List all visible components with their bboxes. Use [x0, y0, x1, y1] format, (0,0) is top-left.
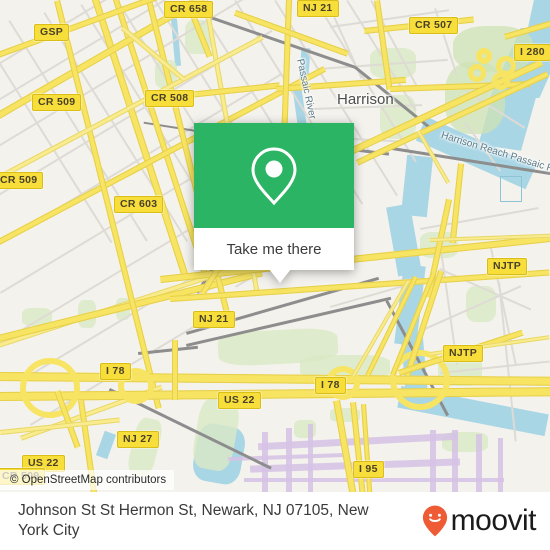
road-shield[interactable]: CR 658 [164, 1, 214, 18]
road-shield[interactable]: I 280 [514, 44, 550, 61]
road-shield[interactable]: NJ 21 [297, 0, 339, 17]
moovit-logo[interactable]: moovit [422, 504, 537, 538]
road-shield[interactable]: CR 507 [409, 17, 459, 34]
road-shield[interactable]: NJTP [487, 258, 528, 275]
map-screenshot: Harrison Passaic River Harrison Reach Pa… [0, 0, 550, 550]
water-label-harrison-reach: Harrison Reach Passaic River [439, 130, 550, 180]
road-shield[interactable]: GSP [34, 24, 70, 41]
location-callout-card[interactable]: Take me there [194, 123, 354, 283]
road-shield[interactable]: CR 509 [0, 172, 44, 189]
address-text: Johnson St St Hermon St, Newark, NJ 0710… [18, 502, 369, 539]
callout-action-label: Take me there [226, 240, 322, 258]
callout-action[interactable]: Take me there [194, 228, 354, 283]
road-shield[interactable]: I 78 [100, 363, 131, 380]
moovit-wordmark: moovit [450, 504, 537, 537]
place-label-harrison: Harrison [337, 91, 394, 108]
road-shield[interactable]: CR 508 [145, 90, 195, 107]
road-shield[interactable]: I 95 [353, 461, 384, 478]
road-shield[interactable]: US 22 [218, 392, 261, 409]
road-shield[interactable]: NJ 27 [117, 431, 159, 448]
road-shield[interactable]: I 78 [315, 377, 346, 394]
water-label-passaic-river: Passaic River [294, 58, 318, 121]
road-shield[interactable]: CR 603 [114, 196, 164, 213]
map-pin-icon [251, 146, 297, 205]
callout-header [194, 123, 354, 228]
footer-bar: Johnson St St Hermon St, Newark, NJ 0710… [0, 492, 550, 550]
road-shield[interactable]: NJTP [443, 345, 484, 362]
moovit-pin-icon [422, 505, 447, 537]
osm-attribution[interactable]: © OpenStreetMap contributors [0, 470, 175, 490]
callout-pointer [269, 269, 291, 283]
road-shield[interactable]: CR 509 [32, 94, 82, 111]
road-shield[interactable]: NJ 21 [193, 311, 235, 328]
